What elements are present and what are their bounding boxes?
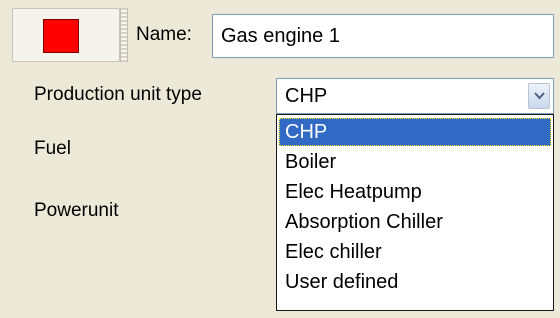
fuel-label: Fuel	[34, 138, 71, 159]
production-unit-type-select[interactable]: CHP	[276, 78, 554, 114]
dropdown-option-absorption-chiller[interactable]: Absorption Chiller	[279, 208, 551, 236]
name-label: Name:	[136, 24, 192, 45]
powerunit-label: Powerunit	[34, 200, 119, 221]
dropdown-option-elec-heatpump[interactable]: Elec Heatpump	[279, 178, 551, 206]
properties-panel: Name: Production unit type CHP Fuel Powe…	[0, 0, 560, 318]
color-swatch	[43, 19, 79, 53]
name-input[interactable]	[212, 14, 554, 58]
color-picker-button[interactable]	[12, 8, 120, 62]
dropdown-option-elec-chiller[interactable]: Elec chiller	[279, 238, 551, 266]
splitter-handle[interactable]	[120, 8, 128, 62]
chevron-down-icon	[534, 92, 545, 100]
dropdown-option-user-defined[interactable]: User defined	[279, 268, 551, 296]
production-unit-type-dropdown-list: CHP Boiler Elec Heatpump Absorption Chil…	[276, 114, 554, 311]
dropdown-option-boiler[interactable]: Boiler	[279, 148, 551, 176]
production-unit-type-value: CHP	[285, 85, 328, 107]
dropdown-button[interactable]	[528, 83, 550, 109]
production-unit-type-label: Production unit type	[34, 84, 202, 105]
dropdown-option-chp[interactable]: CHP	[279, 118, 551, 146]
